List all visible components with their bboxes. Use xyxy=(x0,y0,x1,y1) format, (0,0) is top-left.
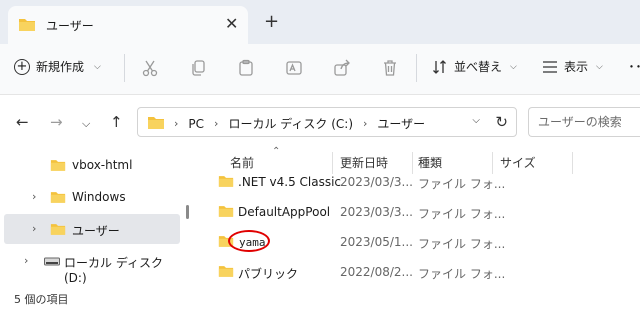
folder-icon xyxy=(50,190,66,207)
chevron-right-icon[interactable]: › xyxy=(32,222,36,235)
file-name: .NET v4.5 Classic xyxy=(238,175,342,189)
file-name: DefaultAppPool xyxy=(238,205,331,219)
chevron-right-icon[interactable]: › xyxy=(363,117,367,130)
file-type: ファイル フォ... xyxy=(418,207,506,221)
folder-icon xyxy=(50,158,66,175)
folder-icon xyxy=(147,115,165,133)
sort-button-label: 並べ替え xyxy=(454,60,503,74)
file-date: 2023/03/3... xyxy=(340,175,413,189)
nav-item-label: ローカル ディスク (D:) xyxy=(64,256,163,285)
scrollbar-thumb[interactable] xyxy=(186,205,189,219)
rename-icon[interactable] xyxy=(284,58,304,78)
view-icon xyxy=(543,60,557,73)
title-bar: ユーザー ✕ + xyxy=(0,0,640,44)
file-name: パブリック xyxy=(238,267,299,281)
tab-title: ユーザー xyxy=(46,19,94,33)
table-row[interactable]: DefaultAppPool 2023/03/3... ファイル フォ... xyxy=(212,198,632,228)
new-button[interactable]: + 新規作成 ⌵ xyxy=(14,58,101,75)
navigation-pane: vbox-html › Windows › ユーザー › ローカル ディスク (… xyxy=(0,150,190,287)
folder-icon xyxy=(50,222,66,239)
divider xyxy=(416,54,417,82)
breadcrumb-local-disk-c[interactable]: ローカル ディスク (C:) xyxy=(228,115,353,132)
share-icon[interactable] xyxy=(332,58,352,78)
sort-ascending-icon: ⌃ xyxy=(272,146,281,157)
breadcrumb-pc[interactable]: PC xyxy=(188,117,204,131)
folder-icon xyxy=(18,17,36,35)
view-button-label: 表示 xyxy=(564,60,589,74)
table-row[interactable]: パブリック 2022/08/2... ファイル フォ... xyxy=(212,258,632,288)
forward-arrow-icon[interactable]: → xyxy=(50,113,63,131)
search-box[interactable] xyxy=(528,107,640,137)
breadcrumb-users[interactable]: ユーザー xyxy=(377,115,425,132)
chevron-down-icon: ⌵ xyxy=(94,61,101,72)
divider xyxy=(124,54,125,82)
refresh-icon[interactable]: ↻ xyxy=(495,113,508,131)
folder-icon xyxy=(218,204,234,221)
close-tab-button[interactable]: ✕ xyxy=(225,14,238,34)
nav-item-label: Windows xyxy=(72,190,126,204)
plus-icon: + xyxy=(14,58,30,75)
table-row[interactable]: .NET v4.5 Classic 2023/03/3... ファイル フォ..… xyxy=(212,168,632,198)
nav-item-vbox-html[interactable]: vbox-html xyxy=(0,150,180,180)
view-button[interactable]: 表示 ⌵ xyxy=(542,58,603,75)
chevron-right-icon[interactable]: › xyxy=(174,117,178,130)
tab-users[interactable]: ユーザー ✕ xyxy=(8,6,248,44)
address-bar[interactable]: › PC › ローカル ディスク (C:) › ユーザー ⌵ ↻ xyxy=(137,107,517,137)
nav-item-label: ユーザー xyxy=(72,224,120,238)
file-type: ファイル フォ... xyxy=(418,267,506,281)
new-button-label: 新規作成 xyxy=(36,60,85,74)
file-date: 2022/08/2... xyxy=(340,265,413,279)
recent-locations-icon[interactable]: ⌵ xyxy=(82,115,90,133)
chevron-right-icon[interactable]: › xyxy=(214,117,218,130)
file-date: 2023/05/1... xyxy=(340,235,413,249)
command-bar: + 新規作成 ⌵ 並べ替え ⌵ 表示 ⌵ ･･･ xyxy=(0,44,640,94)
copy-icon[interactable] xyxy=(188,58,208,78)
new-tab-button[interactable]: + xyxy=(264,12,279,32)
breadcrumb: › PC › ローカル ディスク (C:) › ユーザー xyxy=(174,115,425,132)
chevron-down-icon: ⌵ xyxy=(596,61,603,72)
sort-icon xyxy=(433,59,446,74)
more-options-button[interactable]: ･･･ xyxy=(628,57,640,77)
nav-item-label: vbox-html xyxy=(72,158,133,172)
search-input[interactable] xyxy=(529,108,640,136)
file-name: yama xyxy=(239,236,266,249)
nav-item-windows[interactable]: › Windows xyxy=(0,182,180,212)
address-row: ← → ⌵ ↑ › PC › ローカル ディスク (C:) › ユーザー ⌵ ↻ xyxy=(0,94,640,150)
status-bar: 5 個の項目 xyxy=(0,287,640,310)
chevron-right-icon[interactable]: › xyxy=(32,190,36,203)
cut-icon[interactable] xyxy=(140,58,160,78)
file-list: ⌃ 名前 更新日時 種類 サイズ .NET v4.5 Classic 2023/… xyxy=(196,146,640,288)
file-type: ファイル フォ... xyxy=(418,237,506,251)
nav-item-local-disk-d[interactable]: › ローカル ディスク (D:) xyxy=(0,246,180,285)
sort-button[interactable]: 並べ替え ⌵ xyxy=(432,58,517,75)
back-arrow-icon[interactable]: ← xyxy=(16,113,29,131)
folder-icon xyxy=(218,174,234,191)
address-dropdown-icon[interactable]: ⌵ xyxy=(472,115,480,126)
paste-icon[interactable] xyxy=(236,58,256,78)
trash-icon[interactable] xyxy=(380,58,400,78)
file-type: ファイル フォ... xyxy=(418,177,506,191)
chevron-down-icon: ⌵ xyxy=(510,61,517,72)
file-date: 2023/03/3... xyxy=(340,205,413,219)
drive-icon xyxy=(44,256,60,270)
item-count: 5 個の項目 xyxy=(14,293,69,306)
folder-icon xyxy=(218,264,234,281)
up-arrow-icon[interactable]: ↑ xyxy=(110,113,123,131)
table-row[interactable]: yama 2023/05/1... ファイル フォ... xyxy=(212,228,632,258)
chevron-right-icon[interactable]: › xyxy=(24,254,28,267)
nav-item-users[interactable]: › ユーザー xyxy=(4,214,180,244)
